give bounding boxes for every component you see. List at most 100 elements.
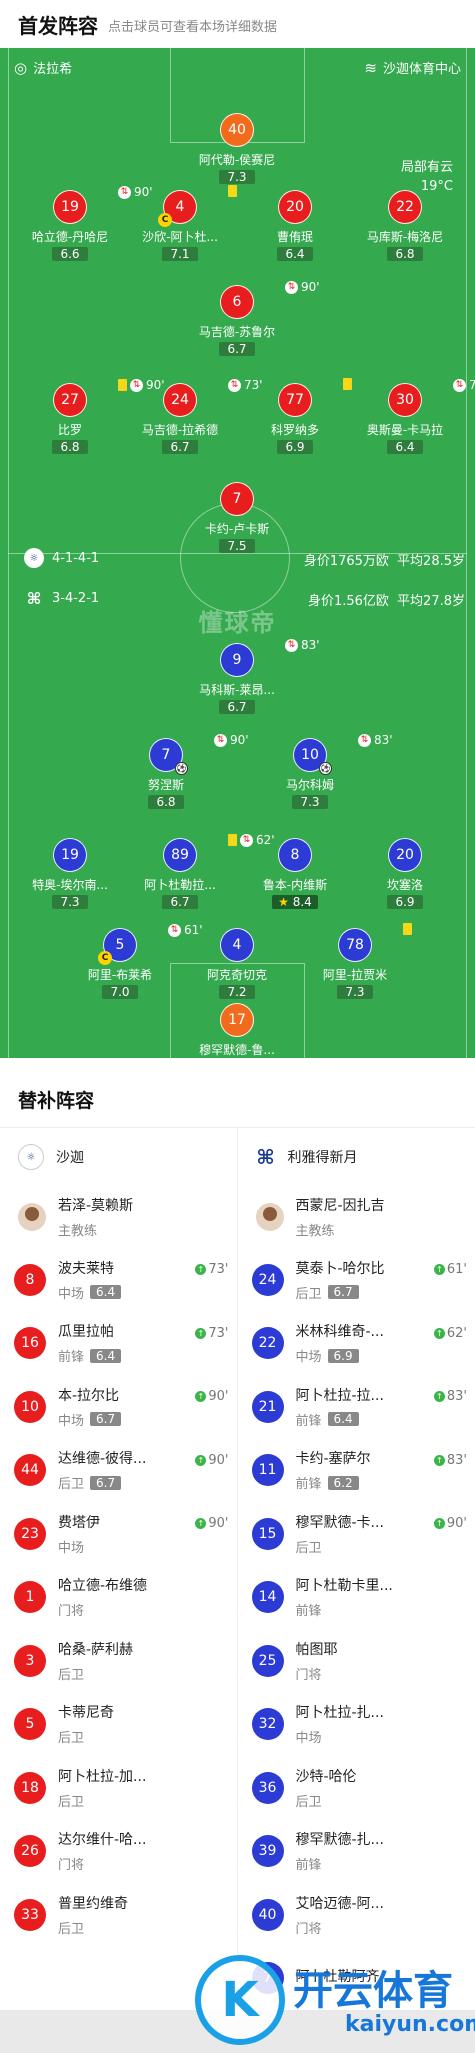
- player-number: 20: [388, 838, 422, 872]
- bench-player-row[interactable]: 1 哈立德-布维德 门将: [0, 1566, 237, 1630]
- bench-player-meta: 中场: [58, 1537, 100, 1556]
- coach-avatar: [255, 1203, 284, 1231]
- bench-player-row[interactable]: 8 波夫莱特 中场 6.4 ↑ 73': [0, 1248, 237, 1312]
- player-name: 沙欣-阿卜杜...: [142, 230, 218, 243]
- home-player[interactable]: 22 马库斯-梅洛尼 6.8: [345, 190, 465, 262]
- bench-player-number: 11: [251, 1454, 284, 1487]
- bench-player-row[interactable]: 44 达维德-彼得... 后卫 6.7 ↑ 90': [0, 1439, 237, 1503]
- player-rating: 6.7: [162, 895, 198, 909]
- bench-player-name: 卡蒂尼奇: [58, 1705, 114, 1722]
- away-coach[interactable]: 西蒙尼-因扎吉 主教练: [238, 1186, 475, 1248]
- bench-player-row[interactable]: 23 费塔伊 中场 ↑ 90': [0, 1502, 237, 1566]
- bench-player-row[interactable]: 33 普里约维奇 后卫: [0, 1883, 237, 1947]
- bench-title: 替补阵容: [18, 1090, 95, 1112]
- bench-player-meta: 后卫 6.7: [296, 1283, 385, 1302]
- away-player[interactable]: 20 坎塞洛 6.9: [345, 838, 465, 910]
- player-badges: [403, 923, 412, 935]
- rating-value: 6.9: [395, 895, 415, 909]
- player-number: 8: [278, 838, 312, 872]
- home-player[interactable]: 77 科罗纳多 6.9: [235, 378, 355, 455]
- home-player[interactable]: 27 ⇅ 90' 比罗 6.8: [10, 378, 165, 455]
- page-subtitle: 点击球员可查看本场详细数据: [108, 20, 278, 35]
- player-name: 阿里-布莱希: [87, 968, 153, 981]
- bench-player-row[interactable]: 39 穆罕默德-扎... 前锋: [238, 1820, 475, 1884]
- coach-name: 西蒙尼-因扎吉: [295, 1198, 385, 1214]
- rating-value: 6.7: [170, 895, 190, 909]
- bench-player-row[interactable]: 32 阿卜杜拉-扎... 中场: [238, 1693, 475, 1757]
- sub-in-minute: 83': [446, 1452, 467, 1468]
- home-coach[interactable]: 若泽-莫赖斯 主教练: [0, 1186, 237, 1248]
- player-name: 坎塞洛: [386, 878, 423, 891]
- away-player[interactable]: 17穆罕默德-鲁...8.2: [177, 1003, 297, 1058]
- bench-section: ☼ 沙迦 若泽-莫赖斯 主教练 8 波夫莱特 中场 6.4 ↑ 73' 16 瓜里拉帕 前锋 6.…: [0, 1127, 475, 2010]
- player-name: 鲁本-内维斯: [262, 878, 328, 891]
- logo-mark: K: [195, 1955, 285, 2045]
- player-rating: 6.4: [277, 247, 313, 261]
- bench-player-row[interactable]: 10 本-拉尔比 中场 6.7 ↑ 90': [0, 1375, 237, 1439]
- bench-player-row[interactable]: 36 沙特-哈伦 后卫: [238, 1756, 475, 1820]
- substitution-icon: ⇅: [214, 733, 227, 747]
- bench-player-position: 前锋: [295, 1477, 322, 1493]
- home-team-value: 身价1765万欧 平均28.5岁: [304, 550, 465, 569]
- home-team-name: 法拉希: [33, 62, 73, 77]
- away-player[interactable]: 9 ⇅ 83' 马科斯-莱昂... 6.7: [177, 638, 320, 715]
- away-value-text: 身价1.56亿欧: [307, 594, 389, 609]
- bench-player-row[interactable]: 16 瓜里拉帕 前锋 6.4 ↑ 73': [0, 1312, 237, 1376]
- player-number: 19: [53, 838, 87, 872]
- away-player[interactable]: 8 鲁本-内维斯 ★ 8.4: [235, 838, 355, 910]
- bench-player-row[interactable]: 26 达尔维什-哈... 门将: [0, 1820, 237, 1884]
- home-player[interactable]: 30⇅73' 奥斯曼-卡马拉 6.4: [345, 378, 475, 455]
- away-player[interactable]: 19 特奥-埃尔南... 7.3: [10, 838, 130, 910]
- away-player[interactable]: 78 阿里-拉贾米 7.3: [295, 923, 415, 1000]
- bench-player-meta: 中场 6.7: [58, 1410, 122, 1429]
- sub-minute: 90': [230, 733, 249, 747]
- bench-player-row[interactable]: 40 艾哈迈德-阿... 门将: [238, 1883, 475, 1947]
- away-player[interactable]: 10 ⚽ ⇅ 83' 马尔科姆 7.3: [250, 733, 393, 810]
- player-rating: 7.5: [219, 539, 255, 553]
- player-rating: 7.3: [292, 795, 328, 809]
- player-number: 17: [220, 1003, 254, 1037]
- bench-player-name: 卡约-塞萨尔: [295, 1451, 371, 1468]
- rating-value: 7.2: [227, 985, 247, 999]
- bench-player-number: 36: [251, 1771, 284, 1804]
- bench-player-row[interactable]: 25 帕图耶 门将: [238, 1629, 475, 1693]
- bench-player-row[interactable]: 11 卡约-塞萨尔 前锋 6.2 ↑ 83': [238, 1439, 475, 1503]
- home-player[interactable]: 19 ⇅ 90' 哈立德-丹哈尼 6.6: [10, 185, 153, 262]
- away-player[interactable]: 4 阿克奇切克 7.2: [177, 928, 297, 1000]
- home-player[interactable]: 24 ⇅ 73' 马吉德-拉希德 6.7: [120, 378, 263, 455]
- home-player[interactable]: 4 C 沙欣-阿卜杜... 7.1: [120, 185, 240, 262]
- player-rating: 7.3: [337, 985, 373, 999]
- bench-player-position: 前锋: [58, 1350, 85, 1366]
- home-player[interactable]: 40 阿代勒-侯赛尼 7.3: [177, 113, 297, 185]
- away-player[interactable]: 7 ⚽ ⇅ 90' 努涅斯 6.8: [106, 733, 249, 810]
- bench-player-row[interactable]: 22 米林科维奇-... 中场 6.9 ↑ 62': [238, 1312, 475, 1376]
- bench-player-name: 达尔维什-哈...: [58, 1832, 147, 1849]
- rating-value: 7.3: [60, 895, 80, 909]
- bench-home-team[interactable]: ☼ 沙迦: [0, 1128, 237, 1186]
- bench-player-name: 达维德-彼得...: [58, 1451, 147, 1468]
- away-player[interactable]: 89 ⇅ 62' 阿卜杜勒拉... 6.7: [120, 833, 275, 910]
- bench-player-row[interactable]: 18 阿卜杜拉-加... 后卫: [0, 1756, 237, 1820]
- coach-role: 主教练: [295, 1224, 335, 1239]
- bench-player-row[interactable]: 15 穆罕默德-卡... 后卫 ↑ 90': [238, 1502, 475, 1566]
- bench-player-row[interactable]: 21 阿卜杜拉-拉... 前锋 6.4 ↑ 83': [238, 1375, 475, 1439]
- bench-sub-time: ↑ 73': [195, 1326, 229, 1341]
- bench-away-team[interactable]: ⌘ 利雅得新月: [238, 1128, 475, 1186]
- sub-in-icon: ↑: [433, 1264, 445, 1275]
- rating-value: 7.1: [170, 247, 190, 261]
- bench-player-row[interactable]: 5 卡蒂尼奇 后卫: [0, 1693, 237, 1757]
- bench-player-name: 穆罕默德-卡...: [295, 1514, 384, 1531]
- bench-sub-time: ↑ 90': [433, 1516, 467, 1531]
- home-player[interactable]: 6 ⇅ 90' 马吉德-苏鲁尔 6.7: [177, 280, 320, 357]
- page-title: 首发阵容: [18, 13, 98, 38]
- bench-player-row[interactable]: 24 莫泰卜-哈尔比 后卫 6.7 ↑ 61': [238, 1248, 475, 1312]
- home-player[interactable]: 20 曹侑珉 6.4: [235, 190, 355, 262]
- bench-player-row[interactable]: 3 哈桑-萨利赫 后卫: [0, 1629, 237, 1693]
- bench-player-meta: 门将: [58, 1600, 147, 1619]
- bench-player-row[interactable]: 14 阿卜杜勒卡里... 前锋: [238, 1566, 475, 1630]
- home-player[interactable]: 7 卡约-卢卡斯 7.5: [177, 482, 297, 554]
- rating-value: 7.5: [227, 539, 247, 553]
- away-player[interactable]: 5 C ⇅ 61' 阿里-布莱希 7.0: [60, 923, 203, 1000]
- player-name: 科罗纳多: [270, 423, 319, 436]
- bench-player-meta: 中场 6.9: [296, 1346, 384, 1365]
